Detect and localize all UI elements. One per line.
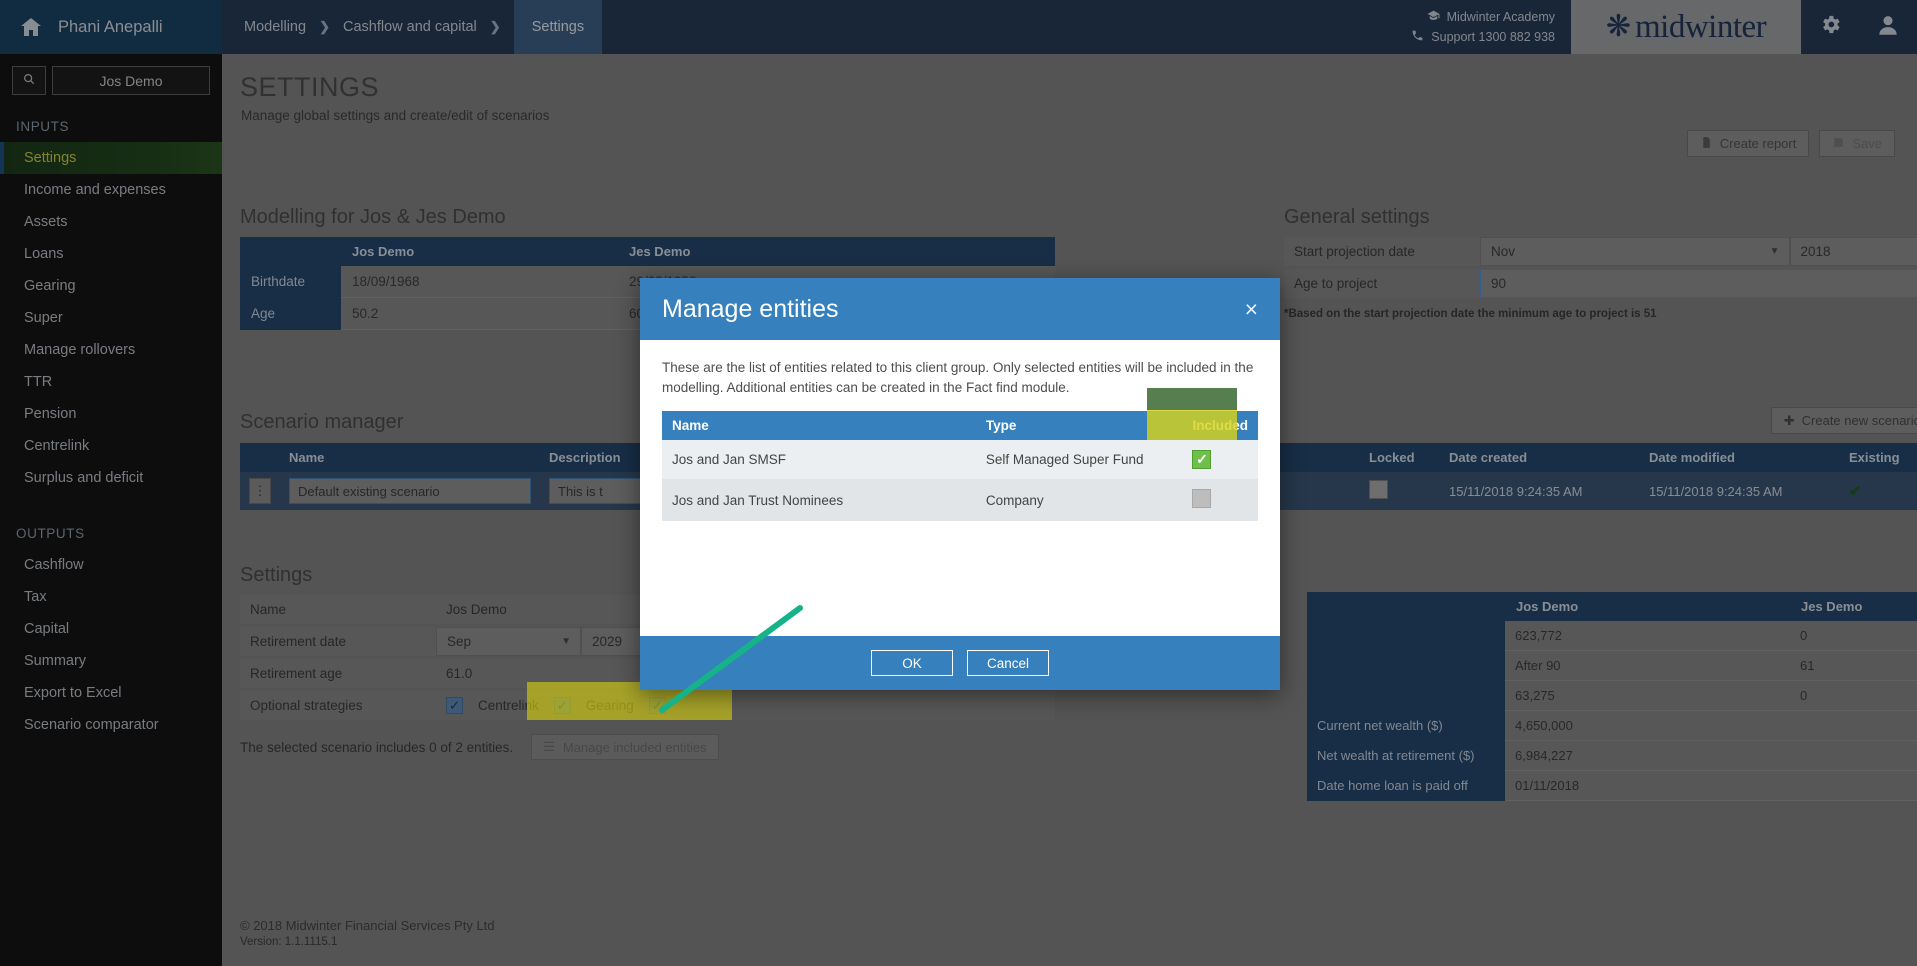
highlight-included-checkbox bbox=[1147, 410, 1237, 440]
modal-title: Manage entities bbox=[662, 294, 839, 323]
manage-entities-modal: Manage entities × These are the list of … bbox=[640, 278, 1280, 690]
highlight-included-header bbox=[1147, 388, 1237, 410]
table-row: Jos and Jan Trust Nominees Company bbox=[662, 479, 1258, 522]
entity-included-checkbox[interactable] bbox=[1192, 489, 1212, 509]
entity-included-cell: ✓ bbox=[1182, 440, 1258, 480]
entity-included-cell bbox=[1182, 479, 1258, 522]
entities-table-body: Jos and Jan SMSF Self Managed Super Fund… bbox=[662, 440, 1258, 522]
entity-name: Jos and Jan Trust Nominees bbox=[662, 479, 976, 522]
cancel-button[interactable]: Cancel bbox=[967, 650, 1049, 676]
entity-type: Self Managed Super Fund bbox=[975, 440, 1183, 480]
entity-name: Jos and Jan SMSF bbox=[662, 440, 976, 480]
close-icon[interactable]: × bbox=[1245, 297, 1258, 321]
modal-footer: OK Cancel bbox=[640, 636, 1280, 690]
entity-type: Company bbox=[975, 479, 1183, 522]
entity-included-checkbox[interactable]: ✓ bbox=[1192, 450, 1212, 470]
modal-header: Manage entities × bbox=[640, 278, 1280, 340]
table-row: Jos and Jan SMSF Self Managed Super Fund… bbox=[662, 440, 1258, 480]
col-name: Name bbox=[662, 411, 976, 441]
app-root: Phani Anepalli Modelling ❯ Cashflow and … bbox=[0, 0, 1917, 966]
ok-button[interactable]: OK bbox=[871, 650, 953, 676]
